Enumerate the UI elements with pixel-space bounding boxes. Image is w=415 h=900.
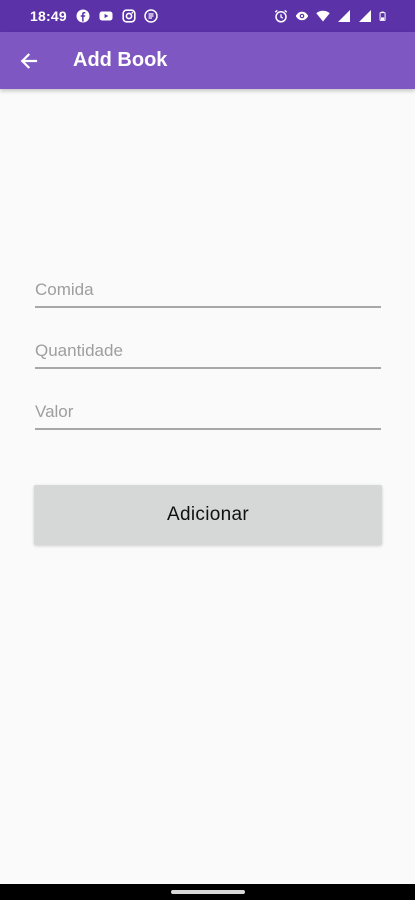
navigation-bar <box>0 884 415 900</box>
comida-input[interactable] <box>35 274 381 308</box>
status-time: 18:49 <box>30 8 67 24</box>
status-system-icons <box>274 9 389 23</box>
signal-icon <box>338 10 350 22</box>
instagram-icon <box>122 9 136 23</box>
wifi-icon <box>316 10 330 22</box>
notification-app-icon <box>144 9 158 23</box>
eye-icon <box>295 11 309 21</box>
alarm-icon <box>274 9 288 23</box>
page-title: Add Book <box>73 49 168 71</box>
signal-icon <box>359 10 371 22</box>
youtube-icon <box>99 11 113 21</box>
arrow-left-icon <box>20 53 38 69</box>
status-notification-icons <box>76 9 158 23</box>
facebook-icon <box>76 9 90 23</box>
home-gesture-handle[interactable] <box>171 890 245 894</box>
valor-field-container <box>35 396 381 430</box>
app-bar: Add Book <box>0 32 415 89</box>
comida-field-container <box>35 274 381 308</box>
adicionar-button[interactable]: Adicionar <box>34 485 382 545</box>
quantidade-field-container <box>35 335 381 369</box>
status-bar: 18:49 <box>0 0 415 32</box>
valor-input[interactable] <box>35 396 381 430</box>
battery-icon <box>379 11 386 21</box>
quantidade-input[interactable] <box>35 335 381 369</box>
back-button[interactable] <box>12 44 46 78</box>
